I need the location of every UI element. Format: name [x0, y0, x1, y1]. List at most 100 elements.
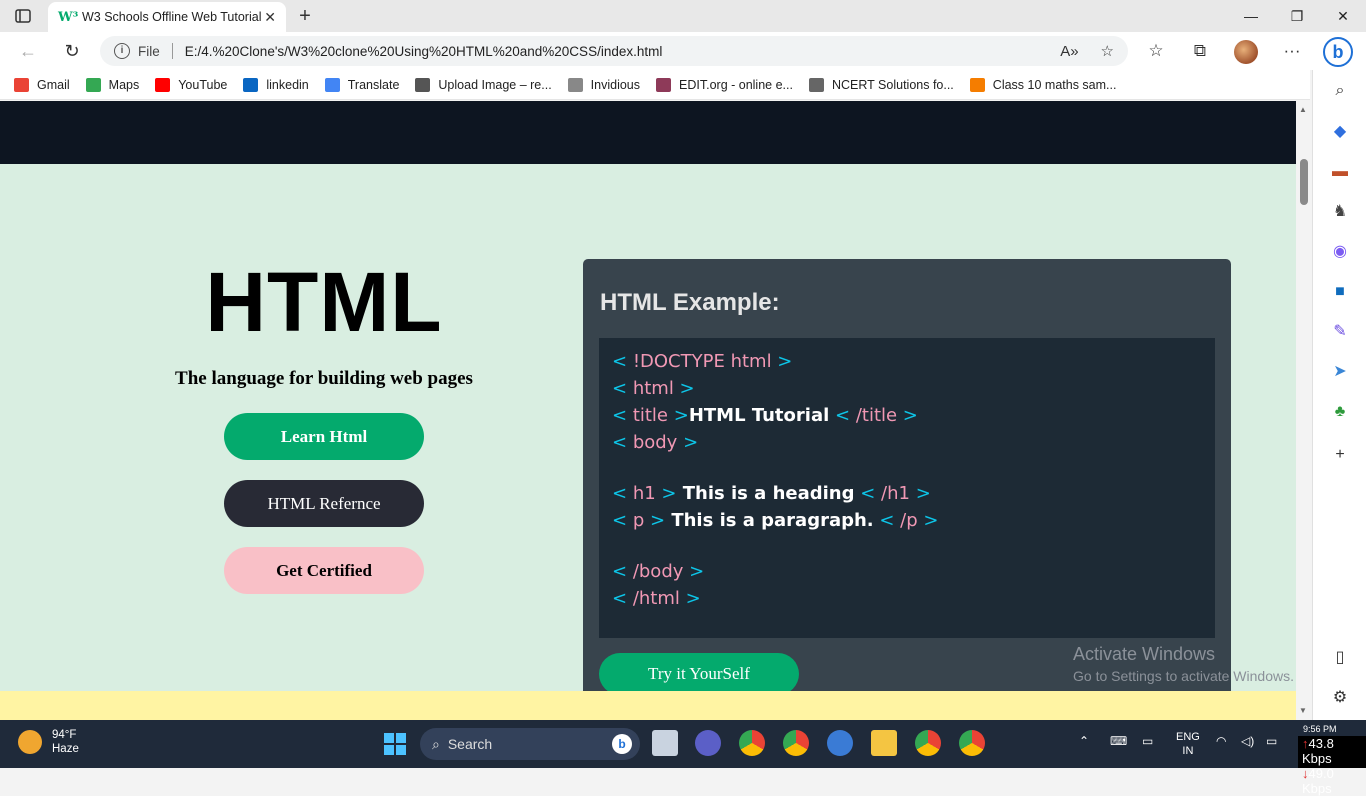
scroll-thumb[interactable] [1300, 159, 1308, 205]
code-end-tag: /h1 [875, 483, 916, 504]
browser-tab[interactable]: W³ W3 Schools Offline Web Tutorial ✕ [48, 2, 286, 32]
translate-icon [324, 77, 340, 92]
page-scrollbar[interactable]: ▲ ▼ [1296, 101, 1311, 720]
bookmark-blogger[interactable]: Class 10 maths sam... [969, 77, 1117, 92]
edge-sidebar: ⌕ ◆ ▬ ♞ ◉ ■ ✎ ➤ ♣ + ▯ ⚙ [1312, 70, 1366, 720]
bookmark-translate[interactable]: Translate [324, 77, 399, 92]
send-icon[interactable]: ➤ [1329, 361, 1351, 383]
shopping-tag-icon[interactable]: ◆ [1329, 121, 1351, 143]
file-explorer-icon[interactable] [871, 730, 897, 756]
clock[interactable]: 9:56 PM [1303, 724, 1337, 734]
close-window-icon[interactable]: ✕ [1320, 4, 1366, 28]
back-arrow-icon[interactable]: ← [16, 40, 40, 62]
code-tag: h1 [627, 483, 662, 504]
search-icon[interactable]: ⌕ [1329, 80, 1351, 102]
close-tab-icon[interactable]: ✕ [264, 9, 276, 26]
bing-icon: b [612, 734, 632, 754]
code-line: < body > [612, 429, 1202, 456]
code-end-close: > [923, 510, 939, 531]
keyboard-icon[interactable]: ⌨ [1110, 734, 1127, 748]
code-box: < !DOCTYPE html > < html > < title >HTML T… [599, 338, 1215, 638]
bookmark-invidious[interactable]: Invidious [567, 77, 640, 92]
linkedin-icon [243, 77, 259, 92]
activate-windows-title: Activate Windows [1073, 644, 1216, 664]
get-certified-button[interactable]: Get Certified [224, 547, 424, 594]
office-icon[interactable]: ◉ [1329, 241, 1351, 263]
code-end-open: < [854, 483, 876, 504]
html-reference-button[interactable]: HTML Refernce [224, 480, 424, 527]
designer-icon[interactable]: ✎ [1329, 321, 1351, 343]
windows-start-icon[interactable] [384, 733, 406, 755]
hide-sidebar-icon[interactable]: ▯ [1329, 647, 1351, 669]
task-view-icon[interactable] [652, 730, 678, 756]
restore-icon[interactable]: ❐ [1274, 4, 1320, 28]
bing-copilot-icon[interactable]: b [1323, 37, 1353, 67]
bookmark-page[interactable]: NCERT Solutions fo... [808, 77, 954, 92]
edge-profile-icon[interactable] [827, 730, 853, 756]
minimize-icon[interactable]: — [1228, 4, 1274, 28]
code-tag: title [627, 405, 674, 426]
code-line: < h1 > This is a heading < /h1 > [612, 480, 1202, 507]
bookmark-youtube[interactable]: YouTube [155, 77, 227, 92]
tab-strip: W³ W3 Schools Offline Web Tutorial ✕ + —… [0, 0, 1366, 32]
learn-html-button[interactable]: Learn Html [224, 413, 424, 460]
outlook-icon[interactable]: ■ [1329, 281, 1351, 303]
chrome-icon[interactable] [739, 730, 765, 756]
bookmark-edit[interactable]: EDIT.org - online e... [656, 77, 793, 92]
scroll-up-icon[interactable]: ▲ [1299, 105, 1307, 114]
language-indicator[interactable]: ENG IN [1176, 730, 1200, 758]
chevron-up-icon[interactable]: ⌃ [1079, 734, 1089, 748]
bookmark-maps[interactable]: Maps [85, 77, 139, 92]
chrome-icon[interactable] [959, 730, 985, 756]
code-text: This is a paragraph. [665, 510, 874, 531]
games-icon[interactable]: ♞ [1329, 201, 1351, 223]
new-tab-icon[interactable]: + [294, 5, 316, 27]
teams-icon[interactable] [695, 730, 721, 756]
settings-gear-icon[interactable]: ⚙ [1329, 687, 1351, 709]
address-bar[interactable]: i File E:/4.%20Clone's/W3%20clone%20Usin… [100, 36, 1128, 66]
wifi-icon[interactable]: ◠ [1216, 734, 1226, 748]
invidious-icon [567, 77, 583, 92]
tools-icon[interactable]: ▬ [1329, 161, 1351, 183]
bookmark-label: Class 10 maths sam... [992, 77, 1117, 92]
more-menu-icon[interactable]: ··· [1280, 40, 1304, 62]
url-text[interactable]: E:/4.%20Clone's/W3%20clone%20Using%20HTM… [185, 44, 1038, 59]
favorite-star-icon[interactable]: ☆ [1101, 42, 1114, 60]
try-it-yourself-button[interactable]: Try it YourSelf [599, 653, 799, 695]
divider [171, 43, 173, 59]
code-tag: !DOCTYPE html [627, 351, 778, 372]
region-code: IN [1182, 745, 1194, 757]
lang-code: ENG [1176, 731, 1200, 743]
bookmark-upload[interactable]: Upload Image – re... [415, 77, 552, 92]
bookmark-linkedin[interactable]: linkedin [243, 77, 309, 92]
add-sidebar-icon[interactable]: + [1329, 444, 1351, 466]
battery-icon[interactable]: ▭ [1266, 734, 1277, 748]
code-open: < [612, 378, 628, 399]
maps-icon [85, 77, 101, 92]
display-icon[interactable]: ▭ [1142, 734, 1153, 748]
collections-icon[interactable]: ⧉ [1188, 40, 1212, 62]
favorites-icon[interactable]: ☆ [1144, 40, 1168, 62]
bookmark-gmail[interactable]: Gmail [14, 77, 70, 92]
chrome-icon[interactable] [915, 730, 941, 756]
scroll-down-icon[interactable]: ▼ [1299, 706, 1307, 715]
chrome-icon[interactable] [783, 730, 809, 756]
tree-icon[interactable]: ♣ [1329, 401, 1351, 423]
page-icon [808, 77, 824, 92]
tab-actions-icon[interactable] [12, 6, 34, 26]
w3schools-favicon-icon: W³ [58, 10, 79, 25]
code-line: < /html > [612, 585, 1202, 612]
weather-widget[interactable]: 94°F Haze [18, 728, 79, 756]
volume-icon[interactable]: ◁) [1241, 734, 1254, 748]
profile-avatar[interactable] [1234, 40, 1258, 64]
code-open: < [612, 561, 628, 582]
example-heading: HTML Example: [600, 289, 780, 316]
refresh-icon[interactable]: ↻ [60, 40, 84, 62]
bookmark-label: Gmail [37, 77, 70, 92]
read-aloud-icon[interactable]: A» [1060, 43, 1078, 60]
haze-sun-icon [18, 730, 42, 754]
taskbar-search[interactable]: ⌕ Search b [420, 728, 640, 760]
code-open: < [612, 483, 628, 504]
info-icon[interactable]: i [114, 43, 130, 59]
